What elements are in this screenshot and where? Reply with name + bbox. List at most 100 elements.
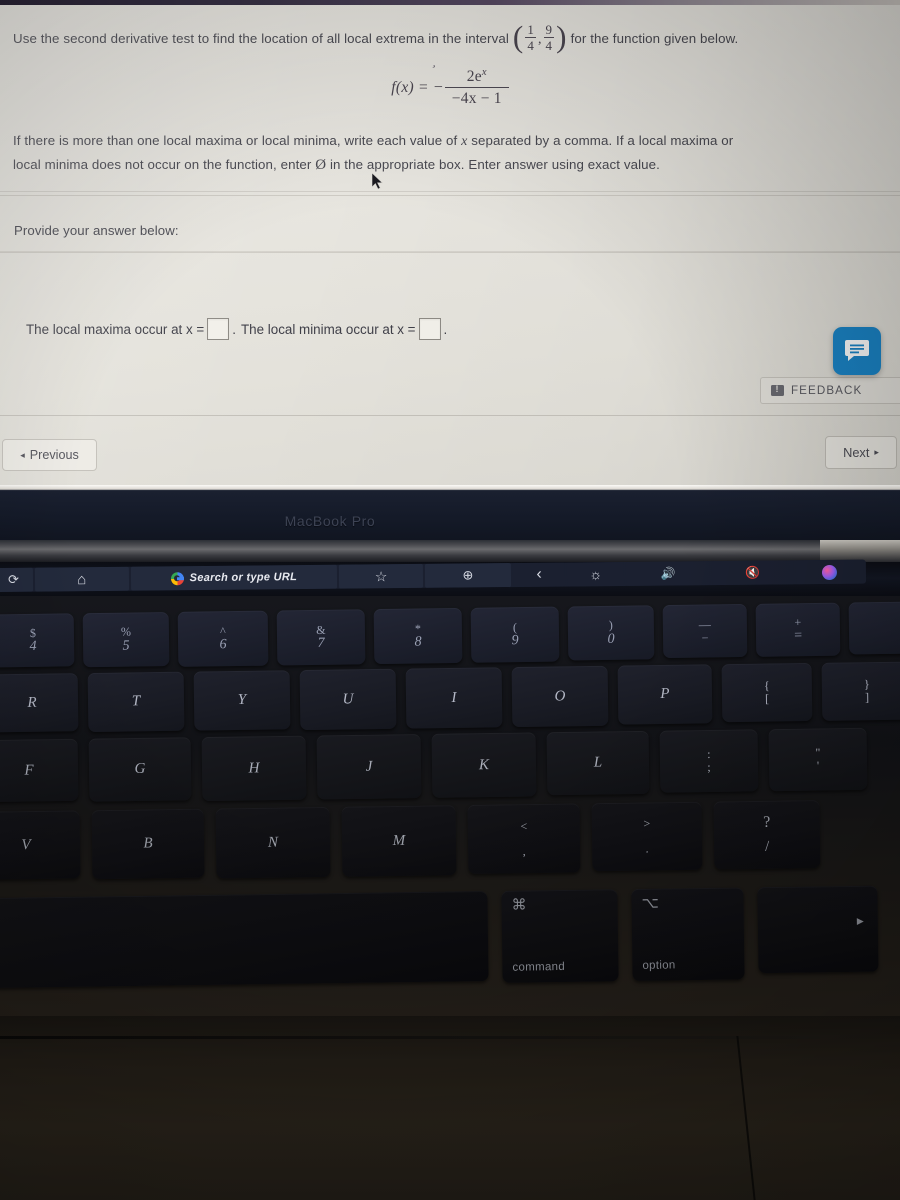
open-paren: (: [512, 19, 524, 55]
interval-left-fraction: 1 4: [525, 23, 536, 53]
key-v[interactable]: V: [0, 810, 81, 880]
key-semicolon[interactable]: :;: [659, 729, 759, 793]
touchbar-brightness-icon[interactable]: ☼: [567, 561, 625, 587]
key-i[interactable]: I: [405, 667, 503, 729]
key-delete[interactable]: [848, 601, 900, 655]
key-space[interactable]: [0, 891, 489, 989]
feedback-alert-icon: [771, 384, 784, 396]
key-y[interactable]: Y: [193, 670, 291, 731]
question-prompt: Use the second derivative test to find t…: [13, 19, 893, 55]
palm-rest-curve: [736, 1036, 869, 1200]
speech-bubble-icon: [845, 340, 869, 361]
keyboard-row-numbers: $4 % 5 ^ 6 & 7 * 8 (9 ) 0 — – + =: [0, 601, 900, 670]
key-u[interactable]: U: [299, 668, 397, 731]
feedback-tab[interactable]: FEEDBACK: [760, 377, 900, 404]
feedback-label: FEEDBACK: [791, 384, 863, 397]
next-arrow-icon: ▸: [874, 447, 879, 457]
interval-notation: ( 1 4 , 9 4 ): [512, 19, 567, 55]
keyboard-row-bottom: V B N M <, >. ? /: [0, 800, 821, 882]
key-7[interactable]: & 7: [276, 609, 366, 666]
previous-button[interactable]: ◂ Previous: [2, 439, 97, 471]
maxima-input[interactable]: [207, 318, 230, 340]
key-5[interactable]: % 5: [82, 612, 170, 668]
next-label: Next: [843, 445, 870, 460]
palm-rest-edge: [0, 1036, 820, 1039]
key-4[interactable]: $4: [0, 613, 75, 668]
function-formula: f(x) = − ’ 2ex −4x − 1: [0, 62, 900, 108]
key-o[interactable]: O: [511, 665, 609, 728]
close-paren: ): [556, 19, 567, 55]
instructions-line2a: local minima does not occur on the funct…: [13, 157, 312, 173]
key-equal[interactable]: + =: [755, 602, 841, 657]
touchbar-mute-icon[interactable]: 🔇: [711, 560, 794, 586]
key-command[interactable]: ⌘ command: [501, 889, 619, 983]
key-6[interactable]: ^ 6: [177, 610, 269, 667]
key-t[interactable]: T: [87, 671, 185, 733]
key-n[interactable]: N: [215, 806, 331, 879]
formula-equals: =: [419, 78, 428, 96]
instructions-line2b: in the appropriate box. Enter answer usi…: [329, 157, 660, 173]
key-8[interactable]: * 8: [373, 607, 463, 665]
formula-lhs: f(x): [391, 78, 415, 96]
macbook-brand-label: MacBook Pro: [284, 513, 376, 529]
key-m[interactable]: M: [341, 805, 457, 877]
formula-sign: −: [433, 78, 443, 96]
interval-right-fraction: 9 4: [543, 23, 555, 53]
key-quote[interactable]: " ': [768, 727, 868, 792]
question-prompt-text: Use the second derivative test to find t…: [13, 31, 509, 47]
previous-label: Previous: [29, 448, 79, 462]
key-bracket-right[interactable]: }]: [821, 661, 900, 721]
formula-numerator-exponent: x: [481, 67, 487, 78]
touchbar-siri-icon[interactable]: [795, 559, 865, 585]
key-arrow-right[interactable]: ▶: [757, 885, 879, 974]
interval-left-numerator: 1: [527, 22, 534, 37]
mouse-cursor: [372, 173, 384, 190]
interval-left-denominator: 4: [527, 38, 534, 54]
keyboard-row-modifiers: ⌘ command ⌥ option ▶: [0, 885, 879, 991]
touchbar-url-field[interactable]: Search or type URL: [130, 564, 338, 591]
key-h[interactable]: H: [201, 735, 307, 802]
previous-arrow-icon: ◂: [20, 449, 25, 460]
laptop-hinge: [0, 540, 900, 562]
keyboard-row-home: F G H J K L :; " ': [0, 727, 868, 804]
next-button[interactable]: Next ▸: [825, 436, 897, 469]
laptop-keyboard: $4 % 5 ^ 6 & 7 * 8 (9 ) 0 — – + = R T Y U I O P…: [0, 596, 900, 1016]
maxima-period: .: [232, 321, 236, 337]
minima-input[interactable]: [418, 318, 441, 340]
key-option[interactable]: ⌥ option: [631, 887, 745, 982]
key-0[interactable]: ) 0: [567, 605, 655, 661]
feedback-button[interactable]: [833, 327, 881, 375]
key-period[interactable]: >.: [591, 801, 703, 872]
screenshot-photo: Use the second derivative test to find t…: [0, 0, 900, 1200]
instructions-line1: If there is more than one local maxima o…: [13, 133, 458, 148]
key-9[interactable]: (9: [470, 606, 560, 663]
touchbar-new-tab-icon[interactable]: ⊕: [424, 563, 511, 588]
key-p[interactable]: P: [617, 664, 713, 725]
key-slash[interactable]: ? /: [713, 800, 821, 870]
key-l[interactable]: L: [546, 730, 650, 796]
formula-numerator-base: 2e: [466, 68, 482, 86]
answer-row: The local maxima occur at x = . The loca…: [26, 318, 452, 340]
minima-label: The local minima occur at x =: [240, 321, 416, 337]
touchbar-bookmark-icon[interactable]: ☆: [339, 563, 424, 589]
key-j[interactable]: J: [316, 734, 422, 800]
touchbar-home-icon[interactable]: ⌂: [34, 566, 129, 592]
google-icon: [170, 571, 184, 585]
minima-period: .: [443, 321, 448, 337]
key-comma[interactable]: <,: [467, 803, 581, 874]
touchbar-volume-icon[interactable]: 🔊: [625, 561, 710, 586]
instructions-line1b: separated by a comma. If a local maxima …: [471, 133, 734, 148]
key-r[interactable]: R: [0, 673, 79, 733]
key-k[interactable]: K: [431, 732, 537, 798]
key-f[interactable]: F: [0, 738, 79, 803]
touchbar-back-icon[interactable]: ‹: [512, 562, 566, 588]
touchbar-refresh-icon[interactable]: ⟳: [0, 567, 34, 592]
key-b[interactable]: B: [91, 808, 205, 880]
provide-answer-label: Provide your answer below:: [14, 223, 179, 238]
laptop-screen-content: Use the second derivative test to find t…: [0, 5, 900, 485]
instructions-variable: x: [461, 134, 468, 149]
key-minus[interactable]: — –: [662, 603, 748, 659]
key-g[interactable]: G: [88, 737, 192, 802]
pencil-mark: ’: [428, 61, 438, 77]
key-bracket-left[interactable]: {[: [721, 662, 813, 723]
